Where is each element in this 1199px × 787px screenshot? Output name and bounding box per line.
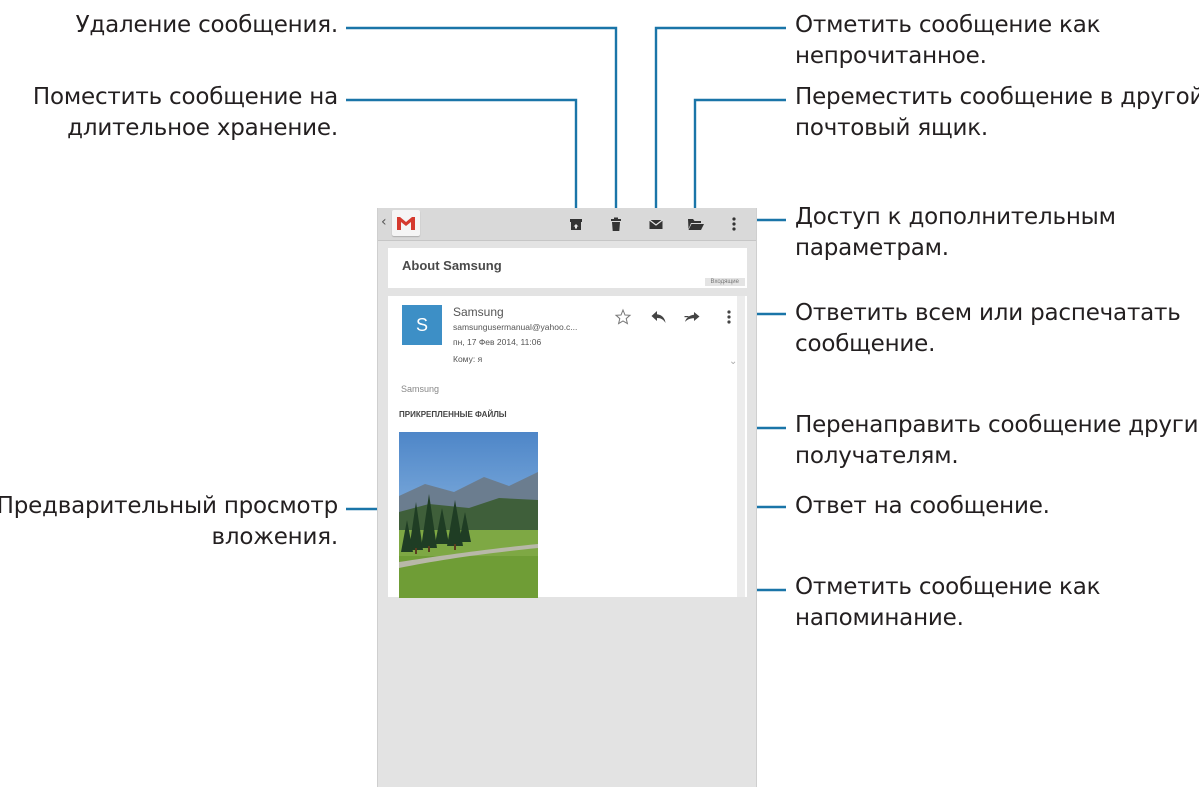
callout-forward-line2: получателям. (795, 443, 959, 469)
callout-forward-line1: Перенаправить сообщение другим (795, 412, 1199, 438)
callout-mark-unread: Отметить сообщение как непрочитанное. (795, 10, 1101, 72)
overflow-menu-icon[interactable] (730, 216, 738, 232)
callout-more-options-line1: Доступ к дополнительным (795, 204, 1116, 230)
sent-date: пн, 17 Фев 2014, 11:06 (453, 337, 542, 347)
callout-move-line2: почтовый ящик. (795, 115, 988, 141)
sender-email: samsungusermanual@yahoo.c... (453, 322, 578, 332)
forward-icon[interactable] (683, 308, 701, 326)
recipient: Кому: я (453, 354, 483, 364)
callout-reply: Ответ на сообщение. (795, 491, 1050, 522)
delete-icon[interactable] (608, 216, 624, 232)
message-body: Samsung (401, 384, 440, 394)
callout-move-line1: Переместить сообщение в другой (795, 84, 1199, 110)
callout-delete-text: Удаление сообщения. (75, 12, 339, 38)
callout-more-options: Доступ к дополнительным параметрам. (795, 202, 1116, 264)
callout-reply-text: Ответ на сообщение. (795, 493, 1050, 519)
attachment-preview-image[interactable] (399, 432, 538, 598)
star-icon[interactable] (614, 308, 632, 326)
archive-icon[interactable] (568, 216, 584, 232)
callout-more-options-line2: параметрам. (795, 235, 949, 261)
callout-archive-line2: длительное хранение. (67, 115, 338, 141)
callout-reply-all: Ответить всем или распечатать сообщение. (795, 298, 1181, 360)
reply-icon[interactable] (650, 308, 668, 326)
callout-forward: Перенаправить сообщение другим получател… (795, 410, 1199, 472)
callout-star-line2: напоминание. (795, 605, 964, 631)
gmail-icon[interactable] (392, 210, 420, 236)
callout-preview-line2: вложения. (211, 524, 338, 550)
callout-delete: Удаление сообщения. (75, 10, 339, 41)
subject-card: About Samsung Входящие (388, 248, 747, 288)
callout-mark-unread-line1: Отметить сообщение как (795, 12, 1101, 38)
mark-unread-icon[interactable] (648, 216, 664, 232)
chevron-left-icon[interactable]: ‹ (381, 214, 387, 230)
callout-archive: Поместить сообщение на длительное хранен… (33, 82, 338, 144)
callout-move: Переместить сообщение в другой почтовый … (795, 82, 1199, 144)
callout-archive-line1: Поместить сообщение на (32, 84, 338, 110)
callout-star-line1: Отметить сообщение как (795, 574, 1101, 600)
callout-star: Отметить сообщение как напоминание. (795, 572, 1101, 634)
message-card: S Samsung samsungusermanual@yahoo.c... п… (388, 296, 747, 598)
callout-reply-all-line2: сообщение. (795, 331, 936, 357)
message-overflow-icon[interactable] (725, 308, 733, 326)
attachments-heading: ПРИКРЕПЛЕННЫЕ ФАЙЛЫ (399, 410, 507, 419)
sender-name: Samsung (453, 305, 504, 319)
callout-preview: Предварительный просмотр вложения. (0, 491, 338, 553)
leader-delete (346, 26, 618, 232)
callout-preview-line1: Предварительный просмотр (0, 493, 338, 519)
move-folder-icon[interactable] (687, 216, 704, 232)
phone-screen: ‹ About Samsung Входящие S Samsung samsu… (377, 208, 757, 787)
inbox-label[interactable]: Входящие (704, 278, 745, 286)
avatar[interactable]: S (402, 305, 442, 345)
leader-mark-unread (654, 26, 786, 232)
callout-reply-all-line1: Ответить всем или распечатать (795, 300, 1181, 326)
message-subject: About Samsung (402, 258, 502, 273)
action-bar: ‹ (378, 208, 756, 241)
callout-mark-unread-line2: непрочитанное. (795, 43, 987, 69)
scrollbar-track[interactable] (737, 296, 745, 597)
